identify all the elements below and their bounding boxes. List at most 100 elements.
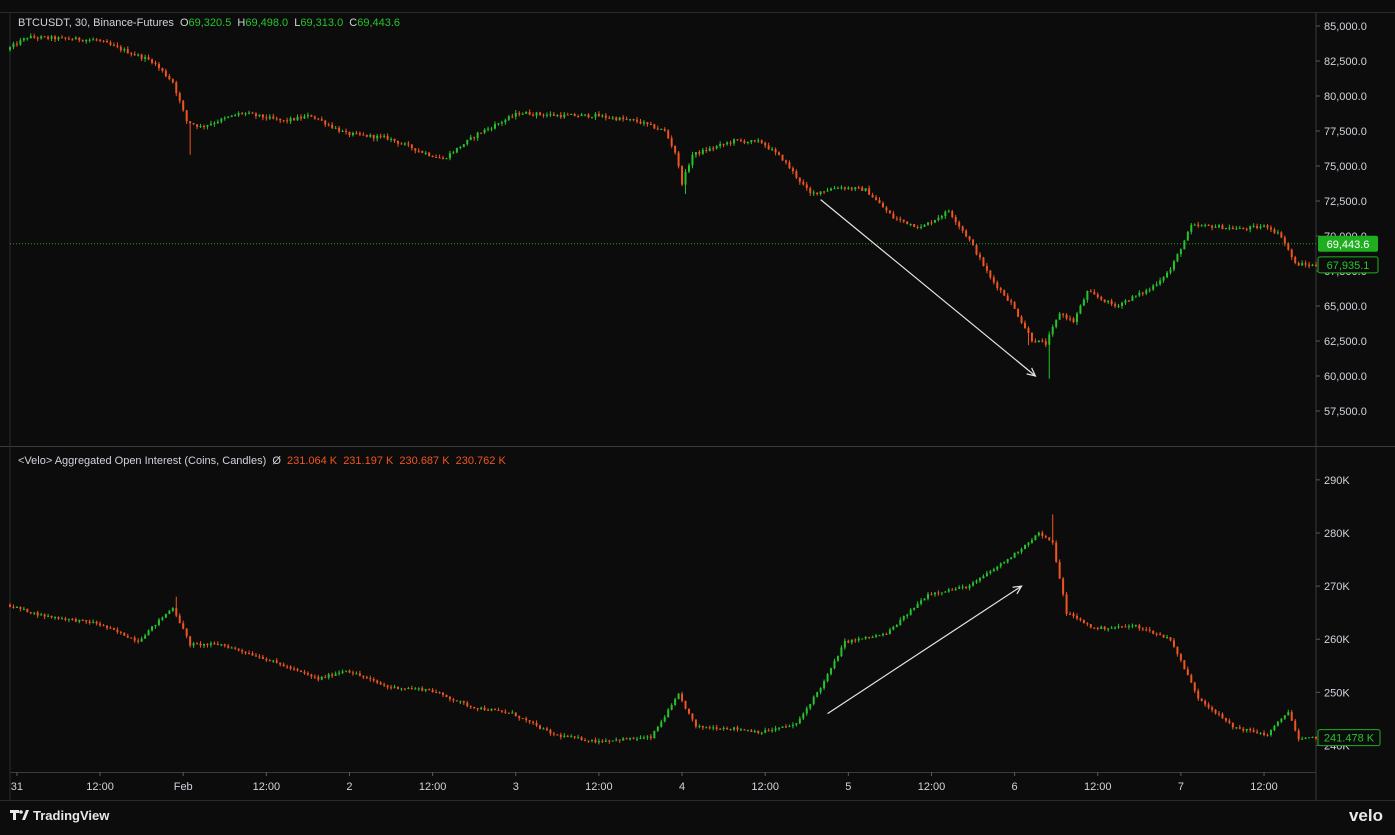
price-candle-body bbox=[1276, 232, 1279, 234]
price-candle-body bbox=[272, 116, 275, 119]
oi-candle-body bbox=[92, 621, 95, 623]
price-candle-body bbox=[175, 82, 178, 94]
oi-candle-body bbox=[1214, 709, 1217, 714]
oi-candle-body bbox=[1114, 627, 1117, 629]
price-candle-body bbox=[303, 116, 306, 119]
low-value: 69,313.0 bbox=[300, 17, 344, 29]
price-candle-body bbox=[767, 145, 770, 150]
price-candle-body bbox=[348, 132, 351, 136]
price-candle-body bbox=[504, 119, 507, 123]
price-candle-body bbox=[698, 152, 701, 154]
price-candle-body bbox=[1190, 224, 1193, 232]
oi-candle-body bbox=[1082, 620, 1085, 624]
oi-candle-body bbox=[445, 694, 448, 697]
oi-candle-body bbox=[587, 740, 590, 742]
open-label: O bbox=[179, 17, 189, 29]
oi-candle-body bbox=[40, 614, 43, 616]
price-candle-body bbox=[1235, 228, 1238, 230]
price-candle-body bbox=[1037, 340, 1040, 343]
oi-close-value: 230.762 K bbox=[455, 455, 506, 467]
price-candle-body bbox=[1176, 254, 1179, 262]
oi-candle-body bbox=[545, 728, 548, 730]
oi-candle-body bbox=[324, 677, 327, 679]
oi-candle-body bbox=[417, 688, 420, 690]
tradingview-logo[interactable]: TradingView bbox=[10, 808, 109, 823]
price-candle-body bbox=[29, 35, 32, 39]
oi-candle-body bbox=[1155, 633, 1158, 635]
oi-candle-body bbox=[64, 618, 67, 620]
price-candle-body bbox=[362, 134, 365, 136]
price-candle-body bbox=[306, 115, 309, 117]
oi-candle-body bbox=[1093, 627, 1096, 629]
oi-candle-body bbox=[753, 731, 756, 733]
price-candle-body bbox=[1086, 291, 1089, 300]
price-candle-body bbox=[327, 124, 330, 126]
oi-candle-body bbox=[1221, 713, 1224, 719]
oi-low-value: 230.687 K bbox=[399, 455, 450, 467]
oi-candle-body bbox=[331, 674, 334, 676]
time-tick-label: 12:00 bbox=[253, 781, 281, 793]
oi-candle-body bbox=[954, 588, 957, 590]
price-candle-body bbox=[944, 211, 947, 217]
oi-candle-body bbox=[746, 730, 749, 732]
oi-tick-label: 290K bbox=[1324, 475, 1350, 487]
price-candle-body bbox=[594, 113, 597, 118]
oi-candle-body bbox=[788, 725, 791, 727]
price-candle-body bbox=[750, 140, 753, 142]
price-candle-body bbox=[1121, 302, 1124, 306]
price-candle-body bbox=[230, 115, 233, 117]
price-candle-body bbox=[615, 117, 618, 121]
price-candle-body bbox=[1200, 225, 1203, 227]
oi-candle-body bbox=[525, 718, 528, 721]
price-candle-body bbox=[417, 150, 420, 152]
oi-candle-body bbox=[965, 586, 968, 589]
price-candle-body bbox=[542, 114, 545, 116]
price-candle-body bbox=[1155, 284, 1158, 286]
price-candle-body bbox=[206, 125, 209, 127]
price-candle-body bbox=[428, 152, 431, 156]
symbol-label[interactable]: BTCUSDT, 30, Binance-Futures bbox=[18, 17, 174, 29]
oi-candle-body bbox=[137, 640, 140, 642]
price-candle-body bbox=[764, 142, 767, 146]
price-candle-body bbox=[927, 222, 930, 225]
price-candle-body bbox=[580, 114, 583, 117]
price-candle-body bbox=[133, 54, 136, 56]
oi-candle-body bbox=[1055, 542, 1058, 562]
price-candle-body bbox=[850, 187, 853, 190]
price-candle-body bbox=[736, 139, 739, 141]
price-candle-body bbox=[961, 226, 964, 231]
price-candle-body bbox=[372, 134, 375, 139]
oi-candle-body bbox=[660, 721, 663, 727]
price-candle-body bbox=[1256, 225, 1259, 229]
oi-visibility-icon[interactable]: Ø bbox=[272, 455, 281, 467]
price-candle-body bbox=[95, 39, 98, 41]
price-candle-body bbox=[674, 145, 677, 153]
oi-candle-body bbox=[733, 727, 736, 730]
price-candle-body bbox=[338, 127, 341, 132]
price-candle-body bbox=[1249, 226, 1252, 230]
oi-candle-body bbox=[1138, 625, 1141, 629]
price-candle-body bbox=[234, 115, 237, 117]
oi-candle-body bbox=[286, 666, 289, 668]
oi-candle-body bbox=[272, 660, 275, 662]
price-candle-body bbox=[687, 165, 690, 172]
price-candle-body bbox=[171, 79, 174, 83]
oi-candle-body bbox=[99, 623, 102, 626]
oi-candle-body bbox=[722, 728, 725, 730]
oi-candle-body bbox=[1086, 623, 1089, 625]
oi-candle-body bbox=[182, 623, 185, 629]
oi-candle-body bbox=[791, 724, 794, 726]
price-candle-body bbox=[892, 213, 895, 219]
price-candle-body bbox=[1065, 314, 1068, 319]
price-candle-body bbox=[396, 140, 399, 144]
oi-candle-body bbox=[843, 640, 846, 648]
price-candle-body bbox=[1107, 300, 1110, 303]
price-candle-body bbox=[781, 154, 784, 161]
oi-candle-body bbox=[712, 727, 715, 729]
oi-candle-body bbox=[739, 729, 742, 731]
oi-title[interactable]: <Velo> Aggregated Open Interest (Coins, … bbox=[18, 455, 266, 467]
oi-candle-body bbox=[708, 727, 711, 729]
price-candle-body bbox=[881, 203, 884, 208]
oi-tick-label: 280K bbox=[1324, 528, 1350, 540]
price-candle-body bbox=[123, 49, 126, 51]
